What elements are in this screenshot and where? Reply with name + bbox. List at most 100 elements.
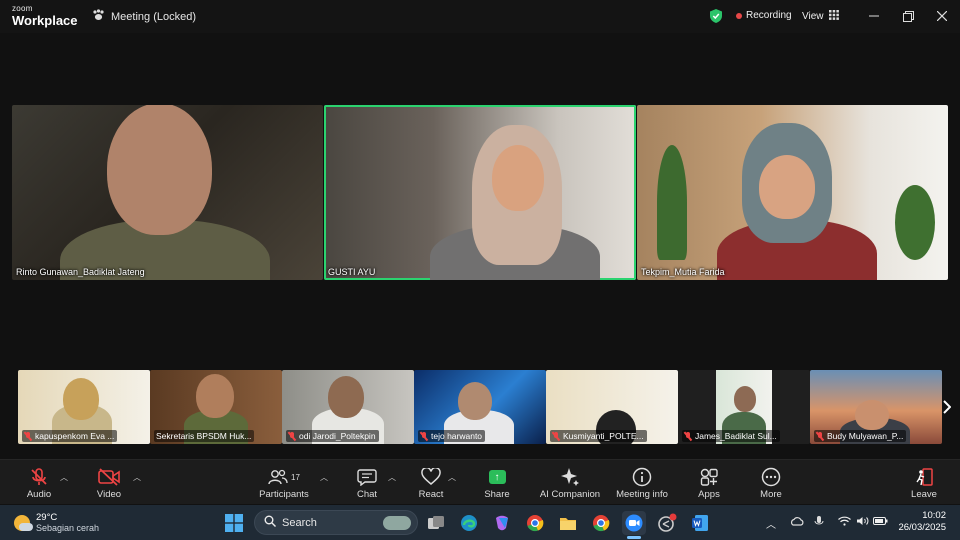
edge-browser-icon[interactable] bbox=[457, 511, 481, 535]
more-button[interactable]: More bbox=[736, 467, 806, 500]
participant-hijab bbox=[63, 378, 99, 420]
audio-label: Audio bbox=[26, 489, 52, 500]
encryption-shield-icon[interactable] bbox=[710, 9, 722, 28]
participant-count: 17 bbox=[291, 472, 300, 482]
video-tile-mutia[interactable]: Tekpim_Mutia Farida bbox=[637, 105, 948, 280]
zoom-app-icon[interactable] bbox=[622, 511, 646, 535]
weather-description: Sebagian cerah bbox=[36, 523, 100, 533]
mic-muted-icon bbox=[288, 431, 296, 441]
apps-icon bbox=[674, 467, 744, 487]
participants-button[interactable]: 17 Participants bbox=[249, 467, 319, 500]
chat-label: Chat bbox=[356, 489, 378, 500]
gallery-tile-2[interactable]: Sekretaris BPSDM Huk... bbox=[150, 370, 282, 444]
taskbar-search[interactable]: Search bbox=[254, 510, 418, 535]
gallery-name-tag: James_Badiklat Sul... bbox=[682, 430, 780, 442]
participant-name: Tekpim_Mutia Farida bbox=[641, 267, 725, 277]
mic-muted-icon bbox=[684, 431, 692, 441]
meeting-info-button[interactable]: Meeting info bbox=[607, 467, 677, 500]
participant-face bbox=[492, 145, 544, 211]
participant-face bbox=[759, 155, 815, 219]
cloud-icon[interactable] bbox=[790, 516, 804, 529]
active-app-indicator bbox=[627, 536, 641, 539]
gallery-tile-3[interactable]: odi Jarodi_Poltekpin bbox=[282, 370, 414, 444]
chevron-right-icon[interactable] bbox=[941, 398, 953, 416]
chrome-browser-icon[interactable] bbox=[523, 511, 547, 535]
gallery-tile-4[interactable]: tejo harwanto bbox=[414, 370, 546, 444]
chevron-up-icon[interactable]: ︿ bbox=[448, 472, 456, 483]
chevron-up-icon[interactable]: ︿ bbox=[60, 472, 68, 483]
sparkle-icon bbox=[535, 467, 605, 487]
participant-face bbox=[328, 376, 364, 418]
participant-name: Budy Mulyawan_P... bbox=[827, 431, 904, 441]
minimize-button[interactable] bbox=[864, 6, 884, 26]
gallery-tile-1[interactable]: kapuspenkom Eva ... bbox=[18, 370, 150, 444]
participant-face bbox=[107, 105, 212, 235]
weather-widget[interactable]: 29°C Sebagian cerah bbox=[14, 512, 99, 533]
meeting-control-bar: Audio ︿ Video ︿ 17 Participants ︿ Chat ︿… bbox=[0, 459, 960, 504]
close-button[interactable] bbox=[932, 6, 952, 26]
chevron-up-icon[interactable]: ︿ bbox=[133, 472, 141, 483]
chevron-up-icon[interactable]: ︿ bbox=[766, 516, 776, 531]
apps-button[interactable]: Apps bbox=[674, 467, 744, 500]
chevron-up-icon[interactable]: ︿ bbox=[320, 472, 328, 483]
task-view-icon[interactable] bbox=[424, 511, 448, 535]
participants-label: Participants bbox=[259, 489, 309, 500]
share-label: Share bbox=[484, 489, 510, 500]
participant-name: tejo harwanto bbox=[431, 431, 483, 441]
wifi-icon[interactable] bbox=[838, 516, 851, 529]
microphone-in-use-icon[interactable] bbox=[813, 516, 827, 531]
search-icon bbox=[264, 515, 276, 530]
clock-time: 10:02 bbox=[922, 510, 946, 521]
maximize-button[interactable] bbox=[898, 6, 918, 26]
participant-name: kapuspenkom Eva ... bbox=[35, 431, 115, 441]
snipping-tool-icon[interactable] bbox=[655, 511, 679, 535]
zoom-workplace-logo: zoom Workplace bbox=[12, 5, 78, 28]
mic-muted-icon bbox=[552, 431, 560, 441]
gallery-tile-5[interactable]: Kusmiyanti_POLTE... bbox=[546, 370, 678, 444]
video-tile-rinto[interactable]: Rinto Gunawan_Badiklat Jateng bbox=[12, 105, 323, 280]
meeting-title-label: Meeting (Locked) bbox=[111, 10, 196, 23]
share-screen-icon: ↑ bbox=[488, 470, 506, 484]
participant-face bbox=[855, 400, 889, 430]
ai-companion-label: AI Companion bbox=[539, 489, 601, 500]
battery-icon[interactable] bbox=[873, 516, 888, 529]
word-app-icon[interactable] bbox=[688, 511, 712, 535]
chevron-up-icon[interactable]: ︿ bbox=[388, 472, 396, 483]
meeting-title[interactable]: Meeting (Locked) bbox=[92, 9, 196, 24]
share-button[interactable]: ↑ Share bbox=[462, 467, 532, 500]
recording-dot-icon bbox=[736, 12, 742, 19]
gallery-tile-6[interactable]: James_Badiklat Sul... bbox=[678, 370, 810, 444]
gallery-tile-7[interactable]: Budy Mulyawan_P... bbox=[810, 370, 942, 444]
recording-indicator[interactable]: Recording bbox=[736, 10, 792, 21]
gallery-name-tag: Sekretaris BPSDM Huk... bbox=[154, 430, 255, 442]
participant-name: odi Jarodi_Poltekpin bbox=[299, 431, 376, 441]
windows-taskbar: 29°C Sebagian cerah Search ︿ 10:02 26/03… bbox=[0, 505, 960, 540]
gallery-name-tag: odi Jarodi_Poltekpin bbox=[286, 430, 379, 442]
windows-start-icon[interactable] bbox=[222, 511, 246, 535]
partly-cloudy-icon bbox=[14, 514, 33, 531]
more-label: More bbox=[760, 489, 782, 500]
mic-muted-icon bbox=[816, 431, 824, 441]
participants-icon: 17 bbox=[249, 467, 319, 487]
system-clock[interactable]: 10:02 26/03/2025 bbox=[898, 510, 946, 534]
leave-button[interactable]: Leave bbox=[889, 467, 959, 500]
participant-name: Sekretaris BPSDM Huk... bbox=[156, 431, 252, 441]
volume-icon[interactable] bbox=[856, 516, 869, 529]
video-tile-gusti-ayu[interactable]: GUSTI AYU bbox=[324, 105, 636, 280]
video-label: Video bbox=[96, 489, 122, 500]
clock-date: 26/03/2025 bbox=[898, 522, 946, 533]
search-label: Search bbox=[282, 516, 317, 529]
file-explorer-icon[interactable] bbox=[556, 511, 580, 535]
gallery-name-tag: Kusmiyanti_POLTE... bbox=[550, 430, 647, 442]
view-button[interactable]: View bbox=[802, 10, 839, 23]
logo-line-2: Workplace bbox=[12, 13, 78, 28]
participant-face bbox=[196, 374, 234, 418]
info-icon bbox=[607, 467, 677, 487]
ai-companion-button[interactable]: AI Companion bbox=[535, 467, 605, 500]
chrome-browser-icon-2[interactable] bbox=[589, 511, 613, 535]
gallery-name-tag: kapuspenkom Eva ... bbox=[22, 430, 118, 442]
participant-name: Kusmiyanti_POLTE... bbox=[563, 431, 644, 441]
participant-face bbox=[734, 386, 756, 412]
participant-name: James_Badiklat Sul... bbox=[695, 431, 777, 441]
copilot-icon[interactable] bbox=[490, 511, 514, 535]
